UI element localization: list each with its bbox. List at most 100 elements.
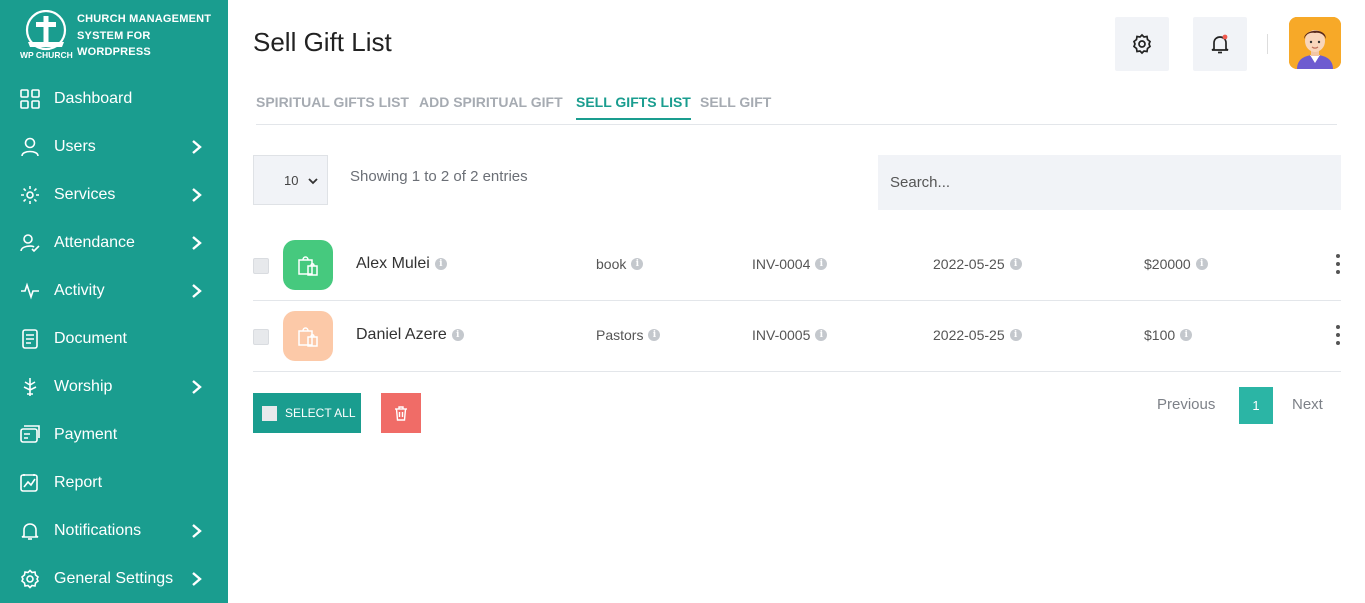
sidebar-item-users[interactable]: Users [0, 123, 228, 171]
info-icon: i [631, 258, 644, 270]
payment-card-icon [20, 425, 40, 445]
sidebar-item-attendance[interactable]: Attendance [0, 219, 228, 267]
sidebar-item-payment[interactable]: Payment [0, 411, 228, 459]
gift-bag-icon [283, 311, 333, 361]
sidebar-item-notifications[interactable]: Notifications [0, 507, 228, 555]
avatar-icon [1289, 17, 1341, 69]
sidebar: WP CHURCH CHURCH MANAGEMENT SYSTEM FOR W… [0, 0, 228, 603]
row-gift: book [596, 256, 627, 272]
chevron-right-icon [192, 188, 202, 202]
sidebar-nav: Dashboard Users Services Attendance Acti… [0, 75, 228, 603]
info-icon: i [1195, 258, 1208, 270]
tab-add-spiritual-gift[interactable]: ADD SPIRITUAL GIFT [419, 94, 563, 110]
info-icon: i [1180, 329, 1193, 341]
page-length-value: 10 [284, 172, 299, 188]
bell-icon [20, 521, 40, 541]
chevron-down-icon [308, 178, 318, 185]
sidebar-item-label: Report [54, 474, 103, 491]
services-gear-icon [20, 185, 40, 205]
page-length-select[interactable]: 10 [253, 155, 328, 205]
sidebar-item-worship[interactable]: Worship [0, 363, 228, 411]
sidebar-item-general-settings[interactable]: General Settings [0, 555, 228, 603]
trash-icon [395, 406, 407, 421]
sidebar-item-label: General Settings [54, 570, 174, 587]
row-checkbox[interactable] [253, 329, 269, 345]
sidebar-item-label: Worship [54, 378, 113, 395]
worship-icon [20, 377, 40, 397]
info-icon: i [815, 329, 828, 341]
grid-icon [20, 89, 40, 109]
sidebar-item-label: Payment [54, 426, 118, 443]
table-info: Showing 1 to 2 of 2 entries [350, 168, 528, 185]
select-all-checkbox [262, 405, 277, 421]
activity-pulse-icon [20, 281, 40, 301]
logo-text: CHURCH MANAGEMENT SYSTEM FOR WORDPRESS [77, 13, 212, 58]
row-name: Daniel Azere [356, 326, 447, 343]
sidebar-item-label: Notifications [54, 522, 142, 539]
sidebar-item-report[interactable]: Report [0, 459, 228, 507]
row-name-cell: Alex Mulei i [356, 255, 447, 273]
row-date: 2022-05-25 [933, 327, 1005, 343]
row-invoice-cell: INV-0005 i [752, 327, 828, 343]
delete-selected-button[interactable] [381, 393, 421, 433]
report-icon [20, 473, 40, 493]
sidebar-item-label: Attendance [54, 234, 135, 251]
tab-spiritual-gifts-list[interactable]: SPIRITUAL GIFTS LIST [256, 94, 409, 110]
chevron-right-icon [192, 380, 202, 394]
sidebar-item-document[interactable]: Document [0, 315, 228, 363]
row-gift: Pastors [596, 327, 644, 343]
logo-caption: WP CHURCH [20, 50, 73, 60]
app-logo[interactable]: WP CHURCH CHURCH MANAGEMENT SYSTEM FOR W… [18, 10, 218, 64]
row-gift-cell: book i [596, 256, 644, 272]
sidebar-item-label: Activity [54, 282, 105, 299]
row-actions-kebab-icon[interactable] [1335, 254, 1341, 276]
row-name: Alex Mulei [356, 255, 430, 272]
row-date-cell: 2022-05-25 i [933, 327, 1022, 343]
search-input[interactable] [878, 155, 1341, 210]
pagination-next[interactable]: Next [1292, 396, 1323, 413]
sidebar-item-activity[interactable]: Activity [0, 267, 228, 315]
row-checkbox[interactable] [253, 258, 269, 274]
info-icon: i [434, 258, 447, 270]
row-date: 2022-05-25 [933, 256, 1005, 272]
row-amount-cell: $100 i [1144, 327, 1193, 343]
gear-icon [1132, 33, 1152, 55]
page-title: Sell Gift List [253, 27, 392, 57]
gift-bag-icon [283, 240, 333, 290]
sidebar-item-label: Document [54, 330, 127, 347]
chevron-right-icon [192, 140, 202, 154]
select-all-button[interactable]: SELECT ALL [253, 393, 361, 433]
select-all-label: SELECT ALL [285, 406, 356, 420]
sidebar-item-services[interactable]: Services [0, 171, 228, 219]
pagination-previous[interactable]: Previous [1157, 396, 1215, 413]
table-row: Alex Mulei i book i INV-0004 i 2022-05-25 i … [253, 230, 1341, 301]
row-amount: $100 [1144, 327, 1176, 343]
row-amount-cell: $20000 i [1144, 256, 1208, 272]
user-check-icon [20, 233, 40, 253]
user-avatar[interactable] [1289, 17, 1341, 69]
header-divider [1267, 34, 1268, 54]
bell-icon [1211, 34, 1229, 54]
info-icon: i [648, 329, 661, 341]
row-date-cell: 2022-05-25 i [933, 256, 1022, 272]
pagination-page-1[interactable]: 1 [1239, 387, 1273, 424]
row-amount: $20000 [1144, 256, 1191, 272]
chevron-right-icon [192, 572, 202, 586]
table-row: Daniel Azere i Pastors i INV-0005 i 2022-05… [253, 301, 1341, 372]
row-invoice: INV-0004 [752, 256, 811, 272]
settings-button[interactable] [1115, 17, 1169, 71]
sidebar-item-label: Dashboard [54, 90, 133, 107]
document-icon [20, 329, 40, 349]
sidebar-item-dashboard[interactable]: Dashboard [0, 75, 228, 123]
main-content: Sell Gift List SPIRITUAL GIFTS LIST ADD … [228, 0, 1365, 603]
sidebar-item-label: Users [54, 138, 96, 155]
tab-bar: SPIRITUAL GIFTS LIST ADD SPIRITUAL GIFT … [256, 88, 1337, 125]
info-icon: i [815, 258, 828, 270]
chevron-right-icon [192, 236, 202, 250]
gear-icon [20, 569, 40, 589]
user-icon [20, 137, 40, 157]
notifications-button[interactable] [1193, 17, 1247, 71]
row-actions-kebab-icon[interactable] [1335, 325, 1341, 347]
tab-sell-gifts-list[interactable]: SELL GIFTS LIST [576, 94, 691, 120]
tab-sell-gift[interactable]: SELL GIFT [700, 94, 771, 110]
